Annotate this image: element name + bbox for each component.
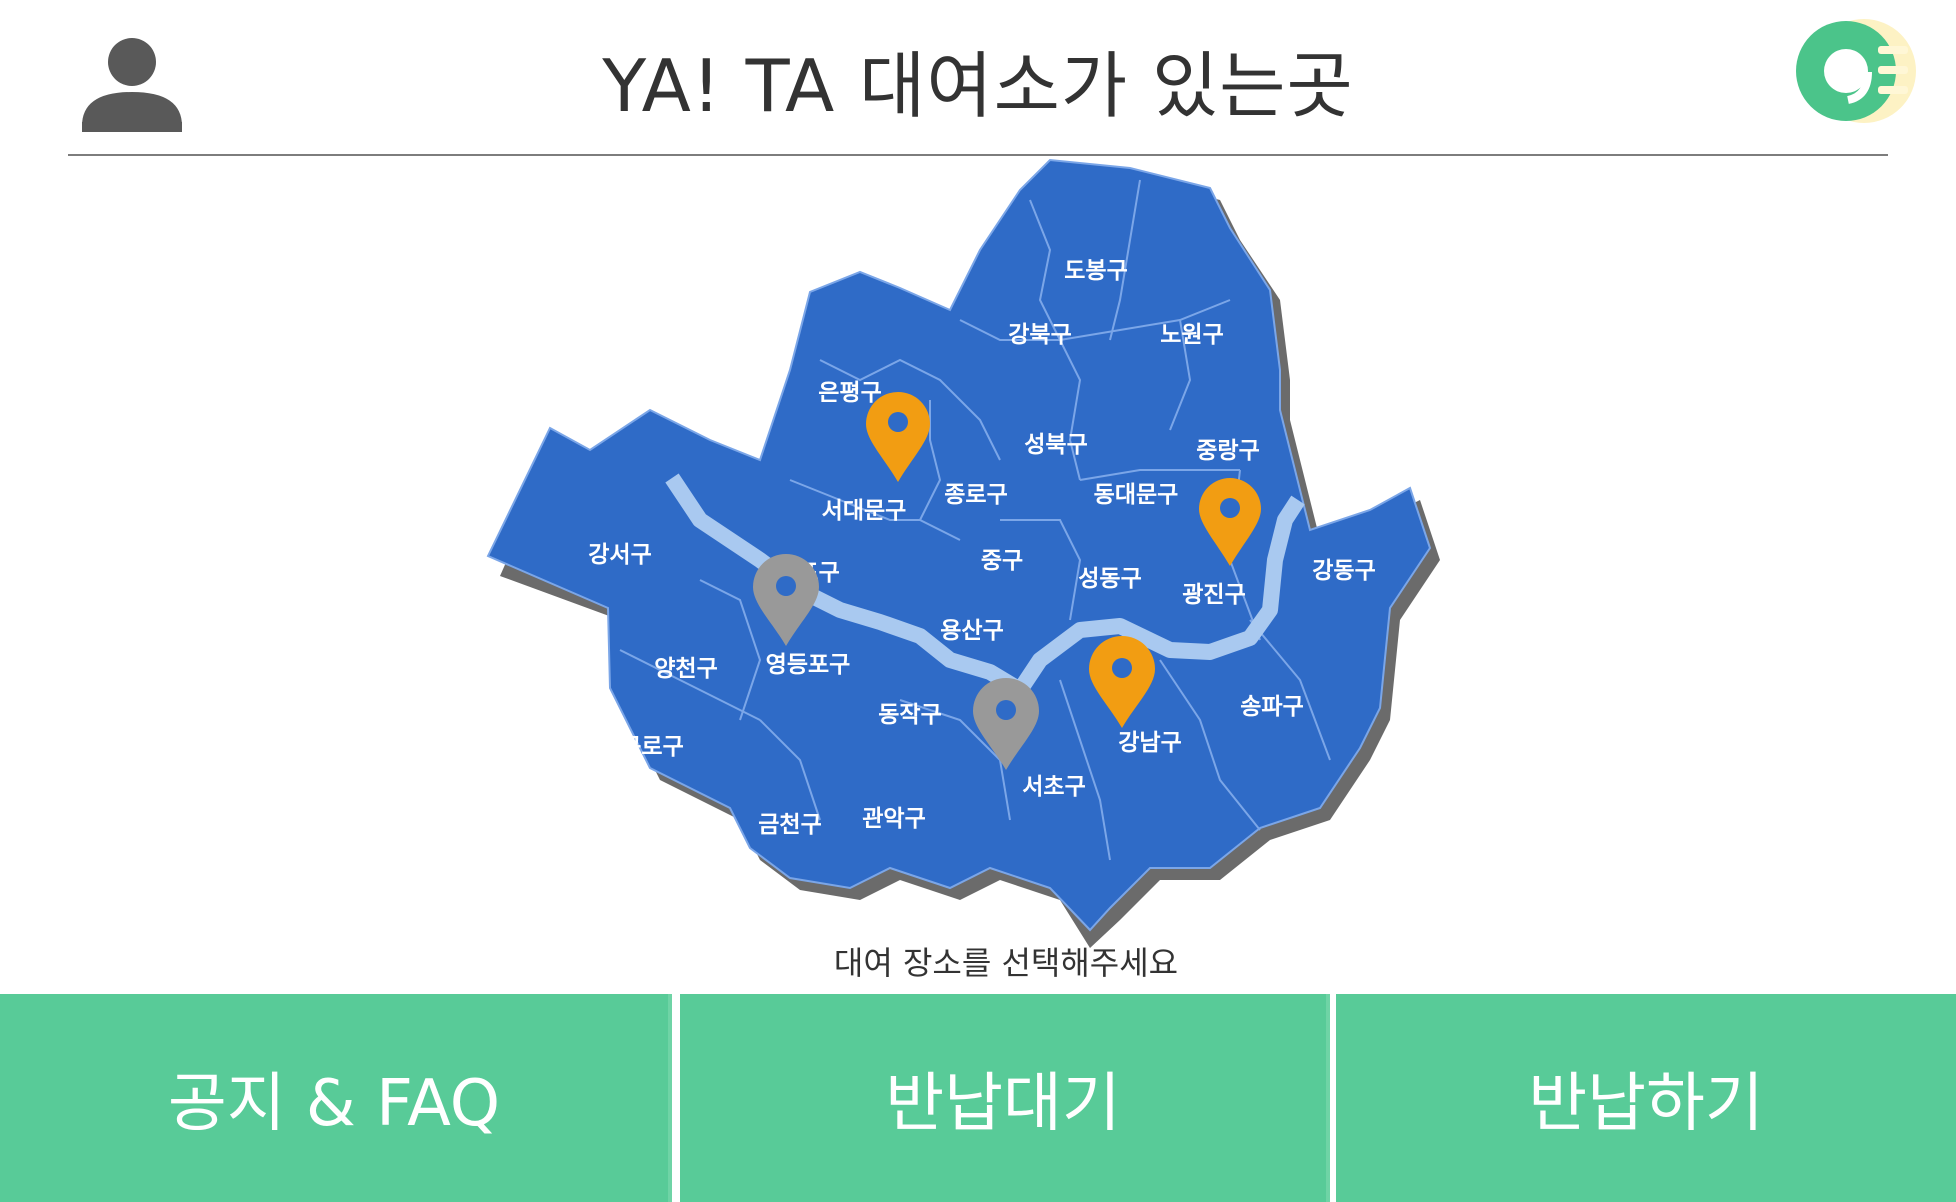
district-label: 종로구 <box>944 482 1007 508</box>
district-label: 양천구 <box>654 656 717 682</box>
bottom-tab-bar: 공지 & FAQ 반납대기 반납하기 <box>0 994 1956 1202</box>
district-label: 용산구 <box>940 618 1003 644</box>
district-label: 성북구 <box>1024 432 1087 458</box>
district-label: 강남구 <box>1118 730 1181 756</box>
tab-divider <box>1326 994 1330 1202</box>
return-button[interactable]: 반납하기 <box>1336 994 1956 1202</box>
district-label: 은평구 <box>818 380 881 406</box>
district-label: 구로구 <box>620 734 683 760</box>
district-label: 영등포구 <box>766 652 851 678</box>
district-label: 강동구 <box>1312 558 1375 584</box>
district-label: 서초구 <box>1022 774 1085 800</box>
district-label: 노원구 <box>1160 322 1223 348</box>
district-label: 동작구 <box>878 702 941 728</box>
district-label: 강서구 <box>588 542 651 568</box>
district-label: 강북구 <box>1008 322 1071 348</box>
district-label: 광진구 <box>1182 582 1245 608</box>
district-label: 동대문구 <box>1094 482 1179 508</box>
district-label: 관악구 <box>862 806 925 832</box>
district-label: 중구 <box>981 548 1023 574</box>
notice-faq-button[interactable]: 공지 & FAQ <box>0 994 668 1202</box>
district-label: 중랑구 <box>1196 438 1259 464</box>
district-label: 도봉구 <box>1064 258 1127 284</box>
return-wait-button[interactable]: 반납대기 <box>680 994 1326 1202</box>
select-location-hint: 대여 장소를 선택해주세요 <box>833 944 1179 982</box>
district-label: 서대문구 <box>822 498 907 524</box>
tab-divider <box>668 994 672 1202</box>
district-label: 송파구 <box>1240 694 1303 720</box>
district-label: 성동구 <box>1078 566 1141 592</box>
district-label: 금천구 <box>758 812 821 838</box>
